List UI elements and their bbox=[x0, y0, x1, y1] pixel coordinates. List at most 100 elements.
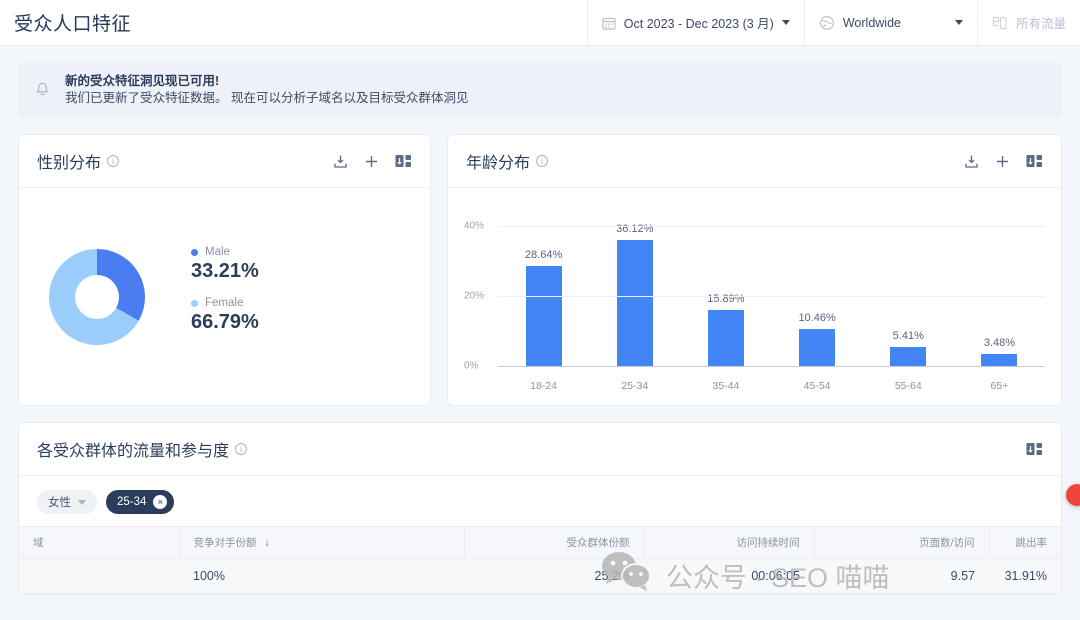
banner-text: 新的受众特征洞见现已可用! 我们已更新了受众特征数据。 现在可以分析子域名以及目… bbox=[65, 73, 468, 107]
competitor-share-value: 100% bbox=[193, 569, 225, 583]
bar[interactable] bbox=[890, 347, 927, 366]
column-visit-duration[interactable]: 访问持续时间 bbox=[644, 526, 815, 559]
legend-item-male: Male 33.21% bbox=[191, 246, 259, 283]
age-card-header: 年龄分布 i bbox=[448, 135, 1061, 188]
bar-group[interactable]: 5.41% bbox=[863, 330, 954, 366]
bar-value-label: 10.46% bbox=[798, 312, 836, 325]
date-range-label: Oct 2023 - Dec 2023 (3 月) bbox=[623, 17, 774, 31]
y-axis-tick-label: 20% bbox=[464, 290, 485, 302]
gender-card-header: 性别分布 i bbox=[19, 135, 430, 188]
x-axis-tick-label: 18-24 bbox=[530, 380, 558, 392]
gender-chart-body: Male 33.21% Female 66.79% bbox=[19, 188, 430, 406]
legend-color-dot bbox=[191, 248, 198, 256]
traffic-selector[interactable]: 所有流量 bbox=[976, 0, 1080, 46]
region-selector[interactable]: Worldwide bbox=[803, 0, 977, 46]
x-axis-labels: 18-24 25-34 35-44 45-54 55-64 65+ bbox=[498, 380, 1045, 392]
traffic-label: 所有流量 bbox=[1015, 17, 1066, 31]
gender-card-title: 性别分布 bbox=[37, 155, 102, 172]
filter-chip-gender[interactable]: 女性 bbox=[37, 490, 97, 514]
add-icon[interactable] bbox=[364, 154, 379, 169]
grid-line bbox=[498, 366, 1045, 367]
column-competitor-share-label: 竞争对手份额 bbox=[193, 537, 257, 549]
gender-donut-chart bbox=[49, 249, 145, 345]
sort-icon[interactable] bbox=[395, 153, 412, 169]
table-header: 域 竞争对手份额 ↓ 受众群体份额 访问持续时间 页面数/访问 跳出率 bbox=[19, 526, 1061, 559]
audience-table: 域 竞争对手份额 ↓ 受众群体份额 访问持续时间 页面数/访问 跳出率 100%… bbox=[19, 526, 1061, 594]
x-axis-tick-label: 65+ bbox=[990, 380, 1009, 392]
column-bounce-rate[interactable]: 跳出率 bbox=[989, 526, 1061, 559]
bar-value-label: 5.41% bbox=[892, 330, 924, 343]
x-axis-tick-label: 55-64 bbox=[894, 380, 922, 392]
y-axis-tick-label: 40% bbox=[464, 220, 485, 232]
legend-color-dot bbox=[191, 299, 198, 307]
age-card-title: 年龄分布 bbox=[466, 155, 531, 172]
banner-subtitle: 我们已更新了受众特征数据。 现在可以分析子域名以及目标受众群体洞见 bbox=[65, 91, 469, 105]
bar[interactable] bbox=[616, 239, 653, 366]
export-icon[interactable] bbox=[333, 154, 348, 169]
x-axis-tick-label: 25-34 bbox=[621, 380, 649, 392]
table-header-row: 域 竞争对手份额 ↓ 受众群体份额 访问持续时间 页面数/访问 跳出率 bbox=[19, 526, 1061, 559]
filter-chip-age[interactable]: 25-34 × bbox=[106, 490, 175, 514]
bar-group[interactable]: 28.64% bbox=[498, 249, 589, 366]
cell-audience-share: 25.2% bbox=[464, 558, 644, 594]
close-icon[interactable]: × bbox=[153, 495, 168, 509]
table-row[interactable]: 100% 25.2% 00:06:05 9.57 31.91% bbox=[19, 558, 1061, 594]
competitor-share-bar-track bbox=[249, 573, 450, 580]
bar-group[interactable]: 3.48% bbox=[954, 337, 1045, 366]
bar[interactable] bbox=[525, 265, 562, 366]
age-distribution-card: 年龄分布 i 28.64% 36.12% 15.89% 10.46% 5.41%… bbox=[447, 134, 1062, 406]
content-area: 新的受众特征洞见现已可用! 我们已更新了受众特征数据。 现在可以分析子域名以及目… bbox=[0, 46, 1080, 595]
banner-title: 新的受众特征洞见现已可用! bbox=[65, 74, 220, 88]
charts-row: 性别分布 i Male 33.21% Female 66.79% 年龄分布 i … bbox=[18, 134, 1062, 406]
page-title: 受众人口特征 bbox=[14, 14, 132, 35]
cell-competitor-share: 100% bbox=[179, 558, 464, 594]
age-bar-chart: 28.64% 36.12% 15.89% 10.46% 5.41% 3.48% 18-24… bbox=[464, 202, 1045, 402]
bell-icon bbox=[34, 81, 51, 99]
device-icon bbox=[992, 16, 1008, 30]
sort-arrow-icon: ↓ bbox=[264, 537, 270, 549]
column-pages-per-visit[interactable]: 页面数/访问 bbox=[814, 526, 990, 559]
filter-chip-gender-label: 女性 bbox=[48, 497, 71, 509]
bar-group[interactable]: 36.12% bbox=[589, 223, 680, 366]
bar-value-label: 28.64% bbox=[524, 248, 563, 261]
info-icon[interactable]: i bbox=[235, 443, 248, 455]
bar[interactable] bbox=[981, 353, 1018, 366]
table-body: 100% 25.2% 00:06:05 9.57 31.91% bbox=[19, 558, 1061, 594]
region-label: Worldwide bbox=[842, 15, 901, 30]
column-competitor-share[interactable]: 竞争对手份额 ↓ bbox=[179, 526, 465, 559]
bar-value-label: 36.12% bbox=[616, 222, 654, 235]
bar-group[interactable]: 10.46% bbox=[772, 312, 863, 366]
globe-icon bbox=[819, 15, 835, 31]
chevron-down-icon bbox=[954, 20, 963, 25]
grid-line bbox=[498, 226, 1045, 227]
gender-legend: Male 33.21% Female 66.79% bbox=[191, 246, 259, 348]
gender-distribution-card: 性别分布 i Male 33.21% Female 66.79% bbox=[18, 134, 431, 406]
chevron-down-icon bbox=[781, 20, 790, 25]
legend-value-female: 66.79% bbox=[191, 311, 259, 333]
filter-chips: 女性 25-34 × bbox=[19, 476, 1061, 526]
y-axis-tick-label: 0% bbox=[464, 360, 479, 372]
audience-traffic-card: 各受众群体的流量和参与度 i 女性 25-34 × 域 竞争对手份额 ↓ 受众群… bbox=[18, 422, 1062, 595]
legend-label-male: Male bbox=[205, 246, 230, 258]
bar[interactable] bbox=[707, 310, 744, 366]
column-audience-share[interactable]: 受众群体份额 bbox=[464, 526, 645, 559]
sort-icon[interactable] bbox=[1026, 441, 1043, 457]
date-range-selector[interactable]: Oct 2023 - Dec 2023 (3 月) bbox=[586, 0, 804, 46]
info-icon[interactable]: i bbox=[536, 155, 549, 167]
cell-visit-duration: 00:06:05 bbox=[644, 558, 814, 594]
info-icon[interactable]: i bbox=[107, 155, 120, 167]
calendar-icon bbox=[602, 16, 616, 30]
legend-value-male: 33.21% bbox=[191, 260, 259, 282]
bar[interactable] bbox=[799, 329, 836, 366]
audience-card-title: 各受众群体的流量和参与度 bbox=[37, 443, 230, 460]
grid-line bbox=[498, 296, 1045, 297]
export-icon[interactable] bbox=[964, 154, 979, 169]
legend-item-female: Female 66.79% bbox=[191, 297, 259, 334]
sort-icon[interactable] bbox=[1026, 153, 1043, 169]
audience-card-actions bbox=[1026, 441, 1043, 457]
add-icon[interactable] bbox=[995, 154, 1010, 169]
bar-value-label: 3.48% bbox=[983, 336, 1016, 349]
bar-group[interactable]: 15.89% bbox=[680, 293, 771, 366]
age-card-actions bbox=[964, 153, 1043, 169]
column-domain[interactable]: 域 bbox=[19, 526, 180, 559]
